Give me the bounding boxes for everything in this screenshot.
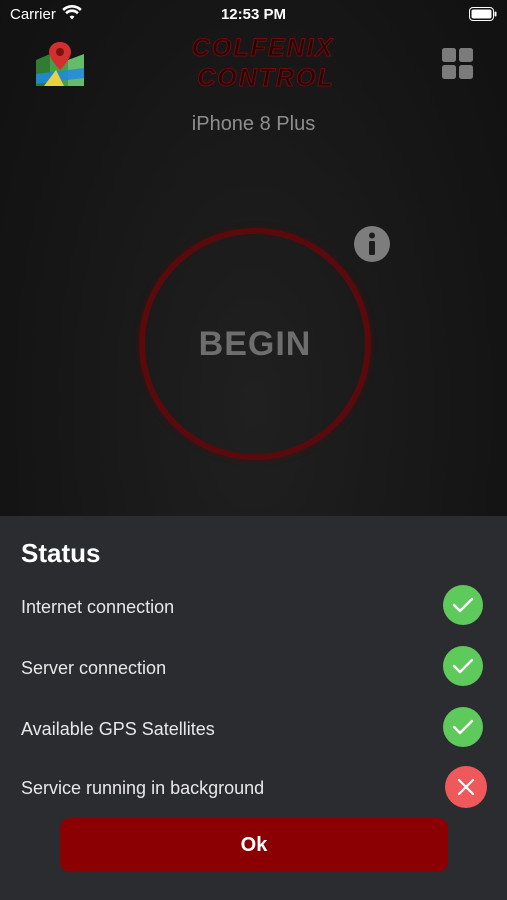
check-icon <box>443 707 483 747</box>
status-row-internet: Internet connection <box>0 585 507 629</box>
clock-time: 12:53 PM <box>220 6 287 23</box>
info-icon[interactable] <box>353 225 391 268</box>
app-screen: Carrier 12:53 PM COLFENIX CONTROL iPhone… <box>0 0 507 900</box>
ok-button[interactable]: Ok <box>60 818 448 872</box>
close-icon <box>445 766 487 808</box>
status-row-label: Available GPS Satellites <box>21 719 215 739</box>
status-sheet: Status Internet connection Server connec… <box>0 516 507 900</box>
status-row-server: Server connection <box>0 646 507 690</box>
status-row-label: Server connection <box>21 658 167 678</box>
begin-label: BEGIN <box>198 324 312 363</box>
check-icon <box>443 585 483 625</box>
logo-line-1: COLFENIX <box>192 34 334 62</box>
status-row-background-service: Service running in background <box>0 766 507 810</box>
status-bar: Carrier 12:53 PM <box>0 0 507 30</box>
status-title: Status <box>21 538 101 568</box>
logo-line-2: CONTROL <box>197 64 335 92</box>
status-row-label: Service running in background <box>21 778 265 798</box>
check-icon <box>443 646 483 686</box>
begin-button[interactable]: BEGIN <box>139 228 371 460</box>
map-pin-icon[interactable] <box>34 40 86 93</box>
status-row-gps: Available GPS Satellites <box>0 707 507 751</box>
app-logo: COLFENIX CONTROL <box>168 33 358 96</box>
ok-button-label: Ok <box>240 833 268 856</box>
grid-icon[interactable] <box>442 48 474 85</box>
status-row-label: Internet connection <box>21 597 175 617</box>
device-name: iPhone 8 Plus <box>191 113 316 135</box>
battery-icon <box>469 7 497 25</box>
